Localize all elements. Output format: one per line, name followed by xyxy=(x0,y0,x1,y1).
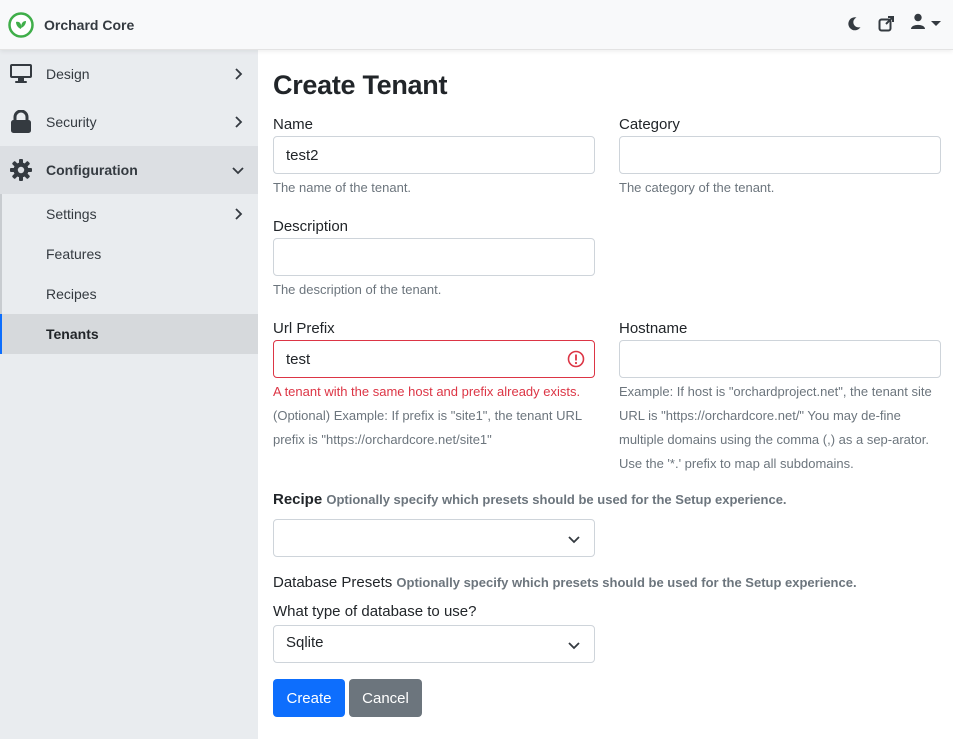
recipe-select[interactable] xyxy=(273,519,595,557)
admin-sidebar: Design Security Configuration Settings F… xyxy=(0,50,258,739)
sidebar-item-label: Features xyxy=(46,246,102,262)
hostname-hint: Example: If host is "orchardproject.net"… xyxy=(619,384,932,471)
database-presets-label: Database Presets xyxy=(273,574,393,591)
url-prefix-input[interactable] xyxy=(273,340,595,378)
sidebar-item-configuration[interactable]: Configuration xyxy=(0,146,258,194)
recipe-note: Optionally specify which presets should … xyxy=(326,492,787,507)
top-navbar: Orchard Core xyxy=(0,0,953,50)
chevron-right-icon xyxy=(235,208,243,220)
sidebar-item-label: Recipes xyxy=(46,286,97,302)
sidebar-item-security[interactable]: Security xyxy=(0,98,258,146)
error-icon xyxy=(567,350,585,368)
sidebar-item-features[interactable]: Features xyxy=(2,234,258,274)
category-input[interactable] xyxy=(619,136,941,174)
brand-name: Orchard Core xyxy=(44,17,135,33)
lock-icon xyxy=(8,110,34,134)
chevron-down-icon xyxy=(568,536,580,544)
user-icon xyxy=(910,13,926,34)
external-link-icon[interactable] xyxy=(876,14,896,34)
sidebar-item-label: Tenants xyxy=(46,326,99,342)
database-presets-note: Optionally specify which presets should … xyxy=(396,575,857,590)
recipe-label: Recipe xyxy=(273,491,323,508)
description-hint: The description of the tenant. xyxy=(273,282,442,297)
description-group: Description The description of the tenan… xyxy=(273,216,595,302)
orchard-logo-icon xyxy=(8,12,34,38)
moon-icon[interactable] xyxy=(844,14,864,34)
configuration-submenu: Settings Features Recipes Tenants xyxy=(0,194,258,354)
category-label: Category xyxy=(619,116,680,133)
url-prefix-error: A tenant with the same host and prefix a… xyxy=(273,384,581,399)
monitor-icon xyxy=(8,62,34,86)
cancel-button[interactable]: Cancel xyxy=(349,679,422,717)
sidebar-item-label: Security xyxy=(46,114,97,130)
sidebar-item-label: Configuration xyxy=(46,162,138,178)
page-title: Create Tenant xyxy=(273,70,448,100)
sidebar-item-label: Design xyxy=(46,66,90,82)
hostname-group: Hostname Example: If host is "orchardpro… xyxy=(619,318,941,476)
sidebar-item-recipes[interactable]: Recipes xyxy=(2,274,258,314)
database-presets-heading: Database Presets Optionally specify whic… xyxy=(273,574,857,591)
name-group: Name The name of the tenant. xyxy=(273,114,595,200)
hostname-input[interactable] xyxy=(619,340,941,378)
category-group: Category The category of the tenant. xyxy=(619,114,941,200)
brand-link[interactable]: Orchard Core xyxy=(8,12,134,38)
sidebar-item-design[interactable]: Design xyxy=(0,50,258,98)
chevron-right-icon xyxy=(235,116,243,128)
url-prefix-hint: A tenant with the same host and prefix a… xyxy=(273,380,595,452)
chevron-right-icon xyxy=(235,68,243,80)
description-input[interactable] xyxy=(273,238,595,276)
sidebar-item-tenants[interactable]: Tenants xyxy=(0,314,258,354)
sidebar-item-label: Settings xyxy=(46,206,97,222)
recipe-heading: Recipe Optionally specify which presets … xyxy=(273,491,787,508)
description-label: Description xyxy=(273,218,349,235)
category-hint: The category of the tenant. xyxy=(619,180,775,195)
database-type-select[interactable]: Sqlite xyxy=(273,625,595,663)
database-type-selected: Sqlite xyxy=(286,634,324,651)
sidebar-item-settings[interactable]: Settings xyxy=(2,194,258,234)
create-button[interactable]: Create xyxy=(273,679,345,717)
chevron-down-icon xyxy=(568,642,580,650)
url-prefix-group: Url Prefix A tenant with the same host a… xyxy=(273,318,595,452)
hostname-label: Hostname xyxy=(619,320,688,337)
chevron-down-icon xyxy=(232,167,244,175)
url-prefix-label: Url Prefix xyxy=(273,320,335,337)
user-menu[interactable] xyxy=(910,13,941,34)
url-prefix-help: (Optional) Example: If prefix is "site1"… xyxy=(273,408,582,447)
database-type-label: What type of database to use? xyxy=(273,603,477,620)
name-hint: The name of the tenant. xyxy=(273,180,412,195)
name-label: Name xyxy=(273,116,314,133)
gear-icon xyxy=(8,158,34,182)
chevron-down-icon xyxy=(931,21,941,26)
name-input[interactable] xyxy=(273,136,595,174)
